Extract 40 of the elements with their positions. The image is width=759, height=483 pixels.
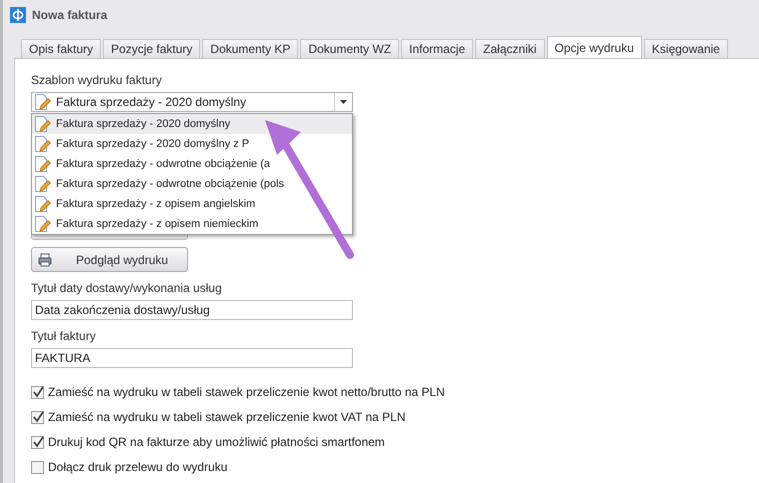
tab[interactable]: Opis faktury [21, 39, 102, 58]
print-preview-button[interactable]: Podgląd wydruku [31, 247, 188, 272]
checkbox[interactable] [31, 436, 44, 448]
dropdown-option[interactable]: Faktura sprzedaży - odwrotne obciążenie (pols [32, 174, 352, 194]
field-label: Tytuł daty dostawy/wykonania usług [31, 281, 223, 295]
checkbox[interactable] [31, 386, 44, 398]
window-title: Nowa faktura [32, 8, 108, 22]
document-pencil-icon [35, 176, 51, 192]
document-pencil-icon [35, 136, 51, 152]
checkbox[interactable] [31, 460, 44, 474]
checkbox[interactable] [31, 410, 44, 424]
dropdown-option[interactable]: Faktura sprzedaży - z opisem angielskim [32, 194, 352, 214]
checkbox-label: Dołącz druk przelewu do wydruku [48, 460, 228, 474]
printer-icon [38, 252, 52, 266]
tab[interactable]: Załączniki [475, 39, 545, 58]
tab[interactable]: Dokumenty KP [202, 39, 298, 58]
dropdown-caret-icon [340, 100, 347, 104]
tab[interactable]: Opcje wydruku [546, 36, 642, 59]
checkbox-label: Zamieść na wydruku w tabeli stawek przeliczenie kwot VAT na PLN [48, 410, 406, 424]
checkbox-label: Zamieść na wydruku w tabeli stawek przeliczenie kwot netto/brutto na PLN [48, 385, 445, 399]
tab[interactable]: Pozycje faktury [103, 39, 200, 58]
dropdown-option[interactable]: Faktura sprzedaży - 2020 domyślny [32, 114, 352, 134]
field-label: Tytuł faktury [31, 329, 97, 343]
document-pencil-icon [35, 156, 51, 172]
tab[interactable]: Księgowanie [644, 39, 728, 58]
document-pencil-icon [35, 196, 51, 212]
document-pencil-icon [35, 216, 51, 232]
text-field[interactable]: Data zakończenia dostawy/usług [31, 300, 353, 320]
dropdown-option[interactable]: Faktura sprzedaży - 2020 domyślny z P [32, 134, 352, 154]
text-field[interactable]: FAKTURA [31, 348, 353, 368]
template-dropdown[interactable]: Faktura sprzedaży - 2020 domyślny [31, 92, 353, 112]
document-pencil-icon [35, 116, 51, 132]
tab[interactable]: Informacje [401, 39, 474, 58]
checkbox-label: Drukuj kod QR na fakturze aby umożliwić płatności smartfonem [48, 435, 385, 449]
tab[interactable]: Dokumenty WZ [300, 39, 400, 58]
document-pencil-icon [35, 94, 51, 110]
dropdown-option[interactable]: Faktura sprzedaży - odwrotne obciążenie (a [32, 154, 352, 174]
field-label: Szablon wydruku faktury [31, 73, 163, 87]
dropdown-option[interactable]: Faktura sprzedaży - z opisem niemieckim [32, 214, 352, 234]
app-logo-icon [10, 7, 26, 23]
